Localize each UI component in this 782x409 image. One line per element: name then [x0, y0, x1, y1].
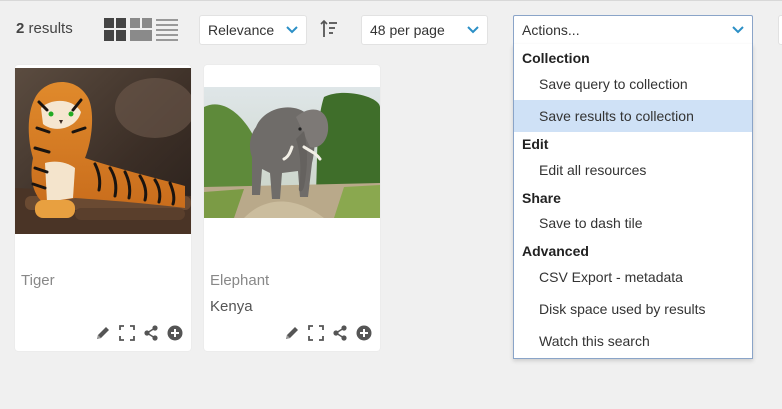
fullscreen-icon[interactable]	[119, 325, 135, 341]
add-to-collection-icon[interactable]	[167, 325, 183, 341]
chevron-down-icon	[467, 26, 479, 34]
top-border	[0, 0, 782, 1]
actions-select[interactable]: Actions...	[513, 15, 753, 45]
card-title[interactable]: Tiger	[21, 272, 55, 289]
per-page-select-value: 48 per page	[370, 22, 445, 38]
card-subtitle: Kenya	[210, 298, 253, 315]
chevron-down-icon	[732, 26, 744, 34]
large-thumbnail-view-icon[interactable]	[104, 18, 126, 41]
chevron-down-icon	[286, 26, 298, 34]
menu-item-watch-this-search[interactable]: Watch this search	[514, 325, 752, 357]
edit-pencil-icon[interactable]	[284, 325, 300, 341]
offscreen-control-edge[interactable]	[778, 15, 782, 45]
menu-item-save-results-to-collection[interactable]: Save results to collection	[514, 100, 752, 132]
list-view-icon[interactable]	[156, 18, 178, 41]
results-count-number: 2	[16, 20, 25, 37]
sort-select-value: Relevance	[208, 22, 275, 38]
menu-item-csv-export-metadata[interactable]: CSV Export - metadata	[514, 261, 752, 293]
tiger-thumbnail[interactable]	[15, 68, 191, 234]
actions-select-value: Actions...	[522, 22, 580, 38]
fullscreen-icon[interactable]	[308, 325, 324, 341]
edit-pencil-icon[interactable]	[95, 325, 111, 341]
menu-item-save-query-to-collection[interactable]: Save query to collection	[514, 68, 752, 100]
view-mode-switcher	[104, 18, 178, 41]
card-tools	[284, 325, 372, 341]
results-count: 2 results	[16, 20, 73, 37]
menu-item-disk-space-used[interactable]: Disk space used by results	[514, 293, 752, 325]
share-icon[interactable]	[332, 325, 348, 341]
sort-select[interactable]: Relevance	[199, 15, 307, 45]
per-page-select[interactable]: 48 per page	[361, 15, 488, 45]
strip-view-icon[interactable]	[130, 18, 152, 41]
elephant-thumbnail[interactable]	[204, 87, 380, 218]
actions-dropdown-menu: Collection Save query to collection Save…	[513, 44, 753, 359]
resource-card-elephant[interactable]: Elephant Kenya	[204, 65, 380, 351]
card-tools	[95, 325, 183, 341]
results-count-label: results	[28, 20, 73, 37]
add-to-collection-icon[interactable]	[356, 325, 372, 341]
share-icon[interactable]	[143, 325, 159, 341]
menu-item-save-to-dash-tile[interactable]: Save to dash tile	[514, 207, 752, 239]
menu-item-edit-all-resources[interactable]: Edit all resources	[514, 154, 752, 186]
resource-card-tiger[interactable]: Tiger	[15, 65, 191, 351]
card-title[interactable]: Elephant	[210, 272, 269, 289]
sort-order-icon[interactable]	[320, 19, 338, 39]
